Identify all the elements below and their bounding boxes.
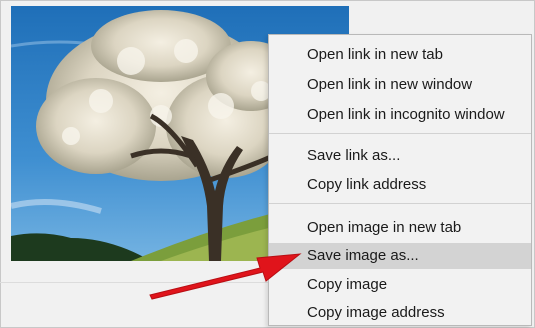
menu-item-copy-image[interactable]: Copy image — [269, 273, 531, 297]
context-menu: Open link in new tab Open link in new wi… — [268, 34, 532, 326]
menu-item-open-link-new-window[interactable]: Open link in new window — [269, 73, 531, 97]
menu-separator — [269, 133, 531, 134]
page-divider — [0, 282, 268, 283]
menu-item-open-link-incognito[interactable]: Open link in incognito window — [269, 103, 531, 127]
menu-item-open-link-new-tab[interactable]: Open link in new tab — [269, 43, 531, 67]
menu-item-save-link-as[interactable]: Save link as... — [269, 144, 531, 168]
menu-item-save-image-as[interactable]: Save image as... — [269, 243, 531, 269]
menu-item-copy-image-address[interactable]: Copy image address — [269, 301, 531, 325]
menu-item-open-image-new-tab[interactable]: Open image in new tab — [269, 216, 531, 240]
menu-item-copy-link-address[interactable]: Copy link address — [269, 173, 531, 197]
menu-separator — [269, 203, 531, 204]
